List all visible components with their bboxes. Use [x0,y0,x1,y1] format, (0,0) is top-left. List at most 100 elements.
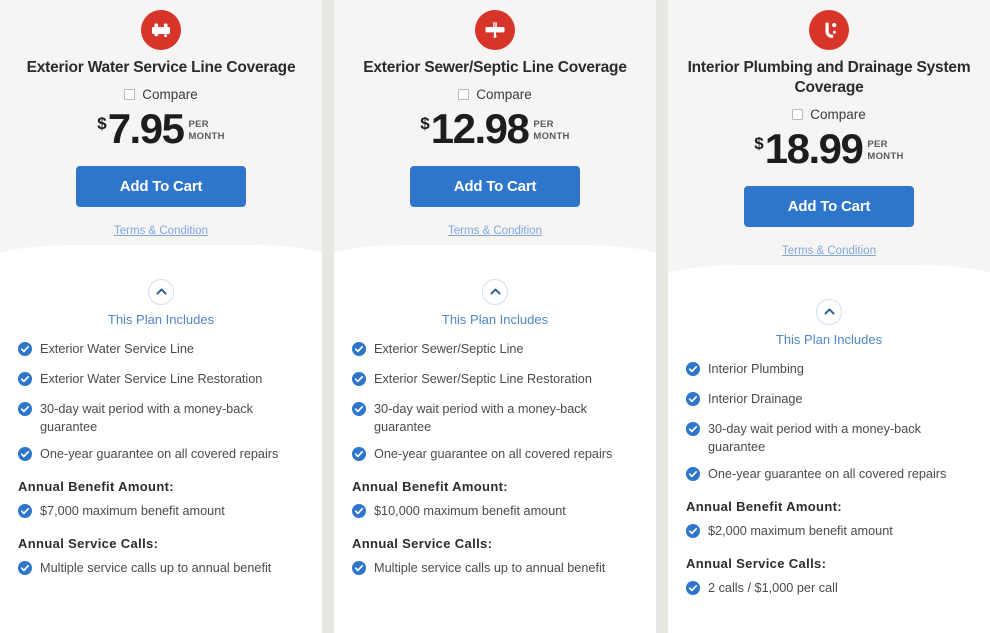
check-circle-icon [18,401,32,421]
terms-and-conditions-link[interactable]: Terms & Condition [782,245,876,257]
check-circle-icon [686,391,700,411]
check-circle-icon [352,371,366,391]
annual-service-calls-item: Multiple service calls up to annual bene… [352,559,638,580]
plan-price: $7.95 PER MONTH [14,104,308,152]
plan-feature-item: One-year guarantee on all covered repair… [686,465,972,486]
check-circle-icon [352,401,366,421]
price-period: PER MONTH [533,119,569,143]
annual-benefit-item: $2,000 maximum benefit amount [686,522,972,543]
price-period: PER MONTH [867,139,903,163]
feature-text: Multiple service calls up to annual bene… [40,560,272,575]
annual-service-calls-heading: Annual Service Calls: [352,535,493,551]
check-circle-icon [352,503,366,523]
compare-checkbox[interactable] [792,108,804,120]
plan-card-header: Exterior Sewer/Septic Line Coverage Compa… [334,0,656,285]
price-currency-symbol: $ [97,113,107,133]
terms-and-conditions-link[interactable]: Terms & Condition [114,225,208,237]
annual-benefit-list: $7,000 maximum benefit amount [18,502,304,523]
feature-text: One-year guarantee on all covered repair… [40,446,279,461]
annual-benefit-heading: Annual Benefit Amount: [352,478,508,494]
chevron-up-icon[interactable] [148,278,174,305]
plan-feature-item: Interior Drainage [686,390,972,411]
plan-card-header: Exterior Water Service Line Coverage Comp… [0,0,322,285]
plan-price: $18.99 PER MONTH [682,124,976,172]
feature-text: Exterior Sewer/Septic Line [374,341,524,356]
plan-feature-item: 30-day wait period with a money-back gua… [352,400,638,436]
check-circle-icon [18,341,32,361]
price-amount: 7.95 [107,104,185,152]
feature-text: One-year guarantee on all covered repair… [708,466,947,481]
annual-service-calls-list: Multiple service calls up to annual bene… [18,559,304,580]
plan-feature-item: One-year guarantee on all covered repair… [352,445,638,466]
plan-card: Interior Plumbing and Drainage System Co… [668,0,990,633]
feature-text: Exterior Sewer/Septic Line Restoration [374,371,592,386]
price-period-line-1: PER [188,118,209,130]
feature-text: Exterior Water Service Line Restoration [40,371,263,386]
price-currency-symbol: $ [754,133,764,153]
add-to-cart-button[interactable]: Add To Cart [410,165,580,207]
check-circle-icon [18,560,32,580]
price-amount: 12.98 [430,104,530,152]
plan-feature-item: 30-day wait period with a money-back gua… [686,420,972,456]
annual-service-calls-heading: Annual Service Calls: [18,535,159,551]
includes-toggle-wrap: This Plan Includes [352,278,638,327]
feature-text: 30-day wait period with a money-back gua… [40,401,253,434]
plan-feature-item: Exterior Sewer/Septic Line Restoration [352,370,638,391]
compare-label: Compare [476,86,532,102]
plan-feature-item: Exterior Water Service Line [18,340,304,361]
check-circle-icon [18,371,32,391]
plan-feature-list: Exterior Water Service Line Exterior Wate… [18,340,304,466]
faucet-drip-icon [809,10,849,50]
check-circle-icon [352,446,366,466]
compare-row[interactable]: Compare [348,87,642,102]
compare-checkbox[interactable] [458,88,470,100]
add-to-cart-button[interactable]: Add To Cart [76,165,246,207]
terms-link-wrap: Terms & Condition [682,227,976,259]
annual-service-calls-item: 2 calls / $1,000 per call [686,579,972,600]
plan-feature-item: Exterior Sewer/Septic Line [352,340,638,361]
compare-row[interactable]: Compare [14,87,308,102]
plan-title: Exterior Sewer/Septic Line Coverage [363,59,627,76]
plan-feature-item: One-year guarantee on all covered repair… [18,445,304,466]
plan-feature-list: Exterior Sewer/Septic Line Exterior Sewer… [352,340,638,466]
feature-text: $10,000 maximum benefit amount [374,503,566,518]
terms-and-conditions-link[interactable]: Terms & Condition [448,225,542,237]
plan-title: Interior Plumbing and Drainage System Co… [687,59,971,96]
price-amount: 18.99 [764,124,864,172]
price-period: PER MONTH [188,119,224,143]
plan-card-body: This Plan Includes Exterior Water Service… [0,264,322,633]
plan-comparison-grid: Exterior Water Service Line Coverage Comp… [0,0,990,633]
this-plan-includes-label[interactable]: This Plan Includes [352,312,638,327]
plan-price: $12.98 PER MONTH [348,104,642,152]
chevron-up-icon[interactable] [482,278,508,305]
price-period-line-2: MONTH [867,150,904,162]
compare-checkbox[interactable] [124,88,136,100]
plan-feature-item: Exterior Water Service Line Restoration [18,370,304,391]
check-circle-icon [686,361,700,381]
annual-benefit-item: $7,000 maximum benefit amount [18,502,304,523]
compare-label: Compare [810,106,866,122]
feature-text: Exterior Water Service Line [40,341,194,356]
chevron-up-icon[interactable] [816,298,842,325]
check-circle-icon [686,580,700,600]
annual-benefit-list: $10,000 maximum benefit amount [352,502,638,523]
feature-text: 30-day wait period with a money-back gua… [708,421,921,454]
terms-link-wrap: Terms & Condition [348,207,642,239]
annual-benefit-item: $10,000 maximum benefit amount [352,502,638,523]
check-circle-icon [686,421,700,441]
this-plan-includes-label[interactable]: This Plan Includes [18,312,304,327]
feature-text: $2,000 maximum benefit amount [708,523,893,538]
price-currency-symbol: $ [420,113,430,133]
this-plan-includes-label[interactable]: This Plan Includes [686,332,972,347]
plan-card-body: This Plan Includes Exterior Sewer/Septic … [334,264,656,633]
feature-text: Interior Plumbing [708,361,804,376]
feature-text: Multiple service calls up to annual bene… [374,560,606,575]
price-period-line-2: MONTH [188,130,225,142]
plan-card: Exterior Sewer/Septic Line Coverage Compa… [334,0,656,633]
add-to-cart-button[interactable]: Add To Cart [744,185,914,227]
sewer-pipe-icon [475,10,515,50]
plan-feature-list: Interior Plumbing Interior Drainage 30-day… [686,360,972,486]
price-period-line-1: PER [533,118,554,130]
compare-row[interactable]: Compare [682,107,976,122]
annual-service-calls-list: 2 calls / $1,000 per call [686,579,972,600]
